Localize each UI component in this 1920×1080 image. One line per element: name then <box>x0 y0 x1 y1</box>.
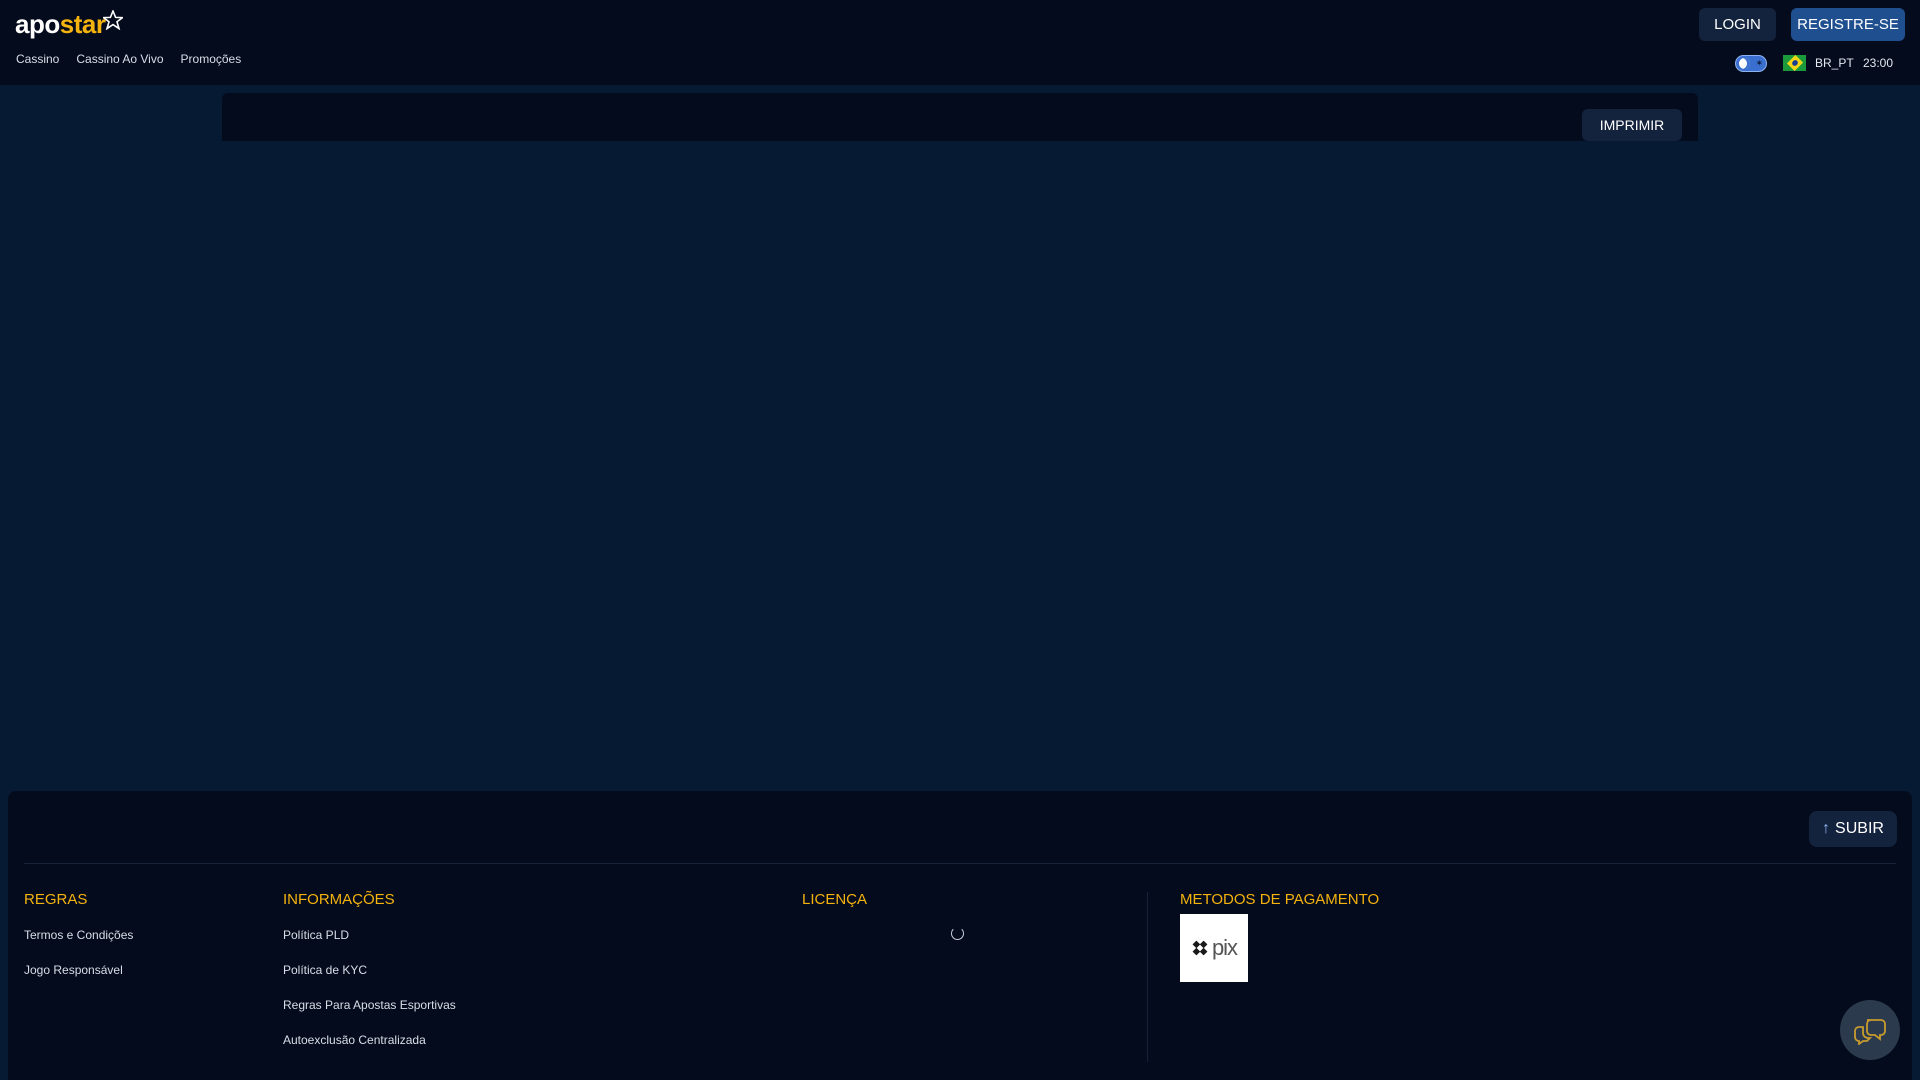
moon-icon <box>1739 58 1750 69</box>
register-button[interactable]: REGISTRE-SE <box>1791 8 1905 41</box>
clock: 23:00 <box>1863 56 1894 70</box>
login-button[interactable]: LOGIN <box>1699 8 1776 41</box>
main-nav: Cassino Cassino Ao Vivo Promoções <box>16 52 241 66</box>
brazil-flag-icon[interactable] <box>1783 54 1806 72</box>
chat-icon[interactable] <box>1840 1000 1900 1060</box>
theme-toggle-icon[interactable]: ✶ <box>1735 55 1767 72</box>
footer-divider <box>24 863 1896 864</box>
footer-link-kyc-policy[interactable]: Política de KYC <box>283 963 367 977</box>
footer-column-divider <box>1147 892 1148 1062</box>
scroll-up-label: SUBIR <box>1835 820 1884 837</box>
nav-item-cassino[interactable]: Cassino <box>16 52 59 66</box>
footer-link-self-exclusion[interactable]: Autoexclusão Centralizada <box>283 1033 426 1047</box>
apostar-logo[interactable]: apo star <box>15 8 124 40</box>
footer-title-info: INFORMAÇÕES <box>283 891 395 908</box>
pix-mark-icon <box>1192 940 1208 956</box>
logo-text-part2: star <box>59 9 106 39</box>
pix-logo-icon: pix <box>1180 914 1248 982</box>
footer-title-rules: REGRAS <box>24 891 88 908</box>
nav-item-promocoes[interactable]: Promoções <box>181 52 242 66</box>
chat-bubbles-icon <box>1854 1019 1886 1045</box>
arrow-up-icon: ↑ <box>1822 820 1831 837</box>
footer-link-pld-policy[interactable]: Política PLD <box>283 928 349 942</box>
star-icon <box>103 10 124 30</box>
footer-link-terms[interactable]: Termos e Condições <box>24 928 133 942</box>
sun-icon: ✶ <box>1755 58 1763 68</box>
logo-text-part1: apo <box>15 9 60 39</box>
content-panel <box>222 93 1698 141</box>
language-selector[interactable]: BR_PT <box>1815 56 1854 70</box>
scroll-up-button[interactable]: ↑ SUBIR <box>1809 811 1897 847</box>
footer-link-responsible-gaming[interactable]: Jogo Responsável <box>24 963 123 977</box>
footer-title-payment: METODOS DE PAGAMENTO <box>1180 891 1380 908</box>
footer-title-license: LICENÇA <box>802 891 868 908</box>
footer-link-sports-betting-rules[interactable]: Regras Para Apostas Esportivas <box>283 998 456 1012</box>
site-header <box>0 0 1920 85</box>
nav-item-cassino-ao-vivo[interactable]: Cassino Ao Vivo <box>76 52 163 66</box>
loading-spinner-icon <box>951 927 964 940</box>
print-button[interactable]: IMPRIMIR <box>1582 109 1682 141</box>
